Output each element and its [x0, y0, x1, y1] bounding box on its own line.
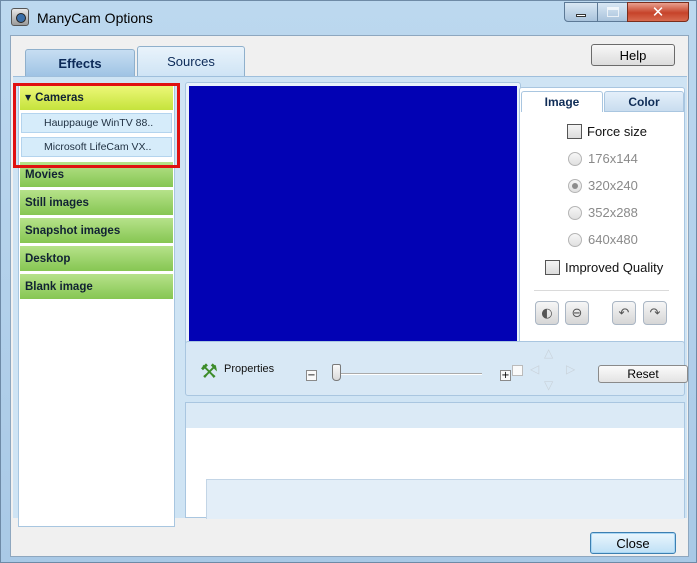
size-label-320x240: 320x240	[588, 178, 638, 193]
tab-sources[interactable]: Sources	[137, 46, 245, 76]
tools-icon[interactable]: ⚒	[200, 359, 218, 383]
rotate-right-icon: ↷	[649, 305, 661, 321]
source-category-blank-image[interactable]: Blank image	[20, 274, 173, 300]
improved-quality-checkbox[interactable]	[545, 260, 560, 275]
size-radio-352x288[interactable]	[568, 206, 582, 220]
improved-quality-label: Improved Quality	[565, 260, 664, 275]
size-label-640x480: 640x480	[588, 232, 638, 247]
image-settings-panel: Image Color Force size 176x144 320x240 3…	[519, 87, 685, 369]
window-close-button[interactable]: ✕	[627, 2, 689, 22]
pan-down-icon[interactable]: ▽	[544, 378, 553, 392]
title-bar: ManyCam Options ✕	[1, 1, 697, 35]
manycam-app-icon	[11, 8, 29, 26]
zoom-slider-track[interactable]	[332, 373, 482, 375]
size-label-352x288: 352x288	[588, 205, 638, 220]
maximize-icon	[606, 7, 619, 17]
pan-up-icon[interactable]: △	[544, 346, 553, 360]
preview-frame	[185, 82, 521, 365]
flip-vertical-button[interactable]: ⊖	[565, 301, 589, 325]
panel-separator	[534, 290, 669, 291]
zoom-in-button[interactable]: +	[500, 370, 511, 381]
reset-button[interactable]: Reset	[598, 365, 688, 383]
zoom-slider-thumb[interactable]	[332, 364, 341, 381]
rotate-right-button[interactable]: ↷	[643, 301, 667, 325]
close-button[interactable]: Close	[590, 532, 676, 554]
tab-color[interactable]: Color	[604, 91, 684, 112]
source-category-snapshot-images[interactable]: Snapshot images	[20, 218, 173, 244]
properties-bar: ⚒ Properties − + △ ◁ ▷ ▽ Reset	[185, 341, 688, 396]
help-button[interactable]: Help	[591, 44, 675, 66]
rotate-left-icon: ↶	[618, 305, 630, 321]
properties-link[interactable]: Properties	[224, 363, 274, 375]
force-size-checkbox[interactable]	[567, 124, 582, 139]
source-category-desktop[interactable]: Desktop	[20, 246, 173, 272]
window-title: ManyCam Options	[37, 10, 153, 26]
zoom-reset-square[interactable]	[512, 365, 523, 376]
flip-horizontal-button[interactable]: ◐	[535, 301, 559, 325]
cameras-highlight-annotation	[13, 83, 180, 168]
zoom-out-button[interactable]: −	[306, 370, 317, 381]
bottom-panel-header	[186, 403, 684, 428]
source-category-still-images[interactable]: Still images	[20, 190, 173, 216]
flip-vertical-icon: ⊖	[571, 305, 583, 321]
video-preview	[189, 86, 517, 361]
size-label-176x144: 176x144	[588, 151, 638, 166]
tab-effects[interactable]: Effects	[25, 49, 135, 76]
bottom-panel	[185, 402, 685, 519]
pan-left-icon[interactable]: ◁	[530, 362, 539, 376]
minimize-icon	[576, 13, 586, 17]
minimize-button[interactable]	[564, 2, 598, 22]
close-icon: ✕	[651, 3, 665, 21]
tab-image[interactable]: Image	[521, 91, 603, 112]
maximize-button[interactable]	[597, 2, 628, 22]
main-window: ManyCam Options ✕ Effects Sources Help ▼…	[0, 0, 697, 563]
rotate-left-button[interactable]: ↶	[612, 301, 636, 325]
size-radio-320x240[interactable]	[568, 179, 582, 193]
size-radio-640x480[interactable]	[568, 233, 582, 247]
flip-horizontal-icon: ◐	[541, 305, 553, 321]
force-size-label: Force size	[587, 124, 647, 139]
pan-right-icon[interactable]: ▷	[566, 362, 575, 376]
bottom-panel-inner	[206, 479, 684, 519]
size-radio-176x144[interactable]	[568, 152, 582, 166]
